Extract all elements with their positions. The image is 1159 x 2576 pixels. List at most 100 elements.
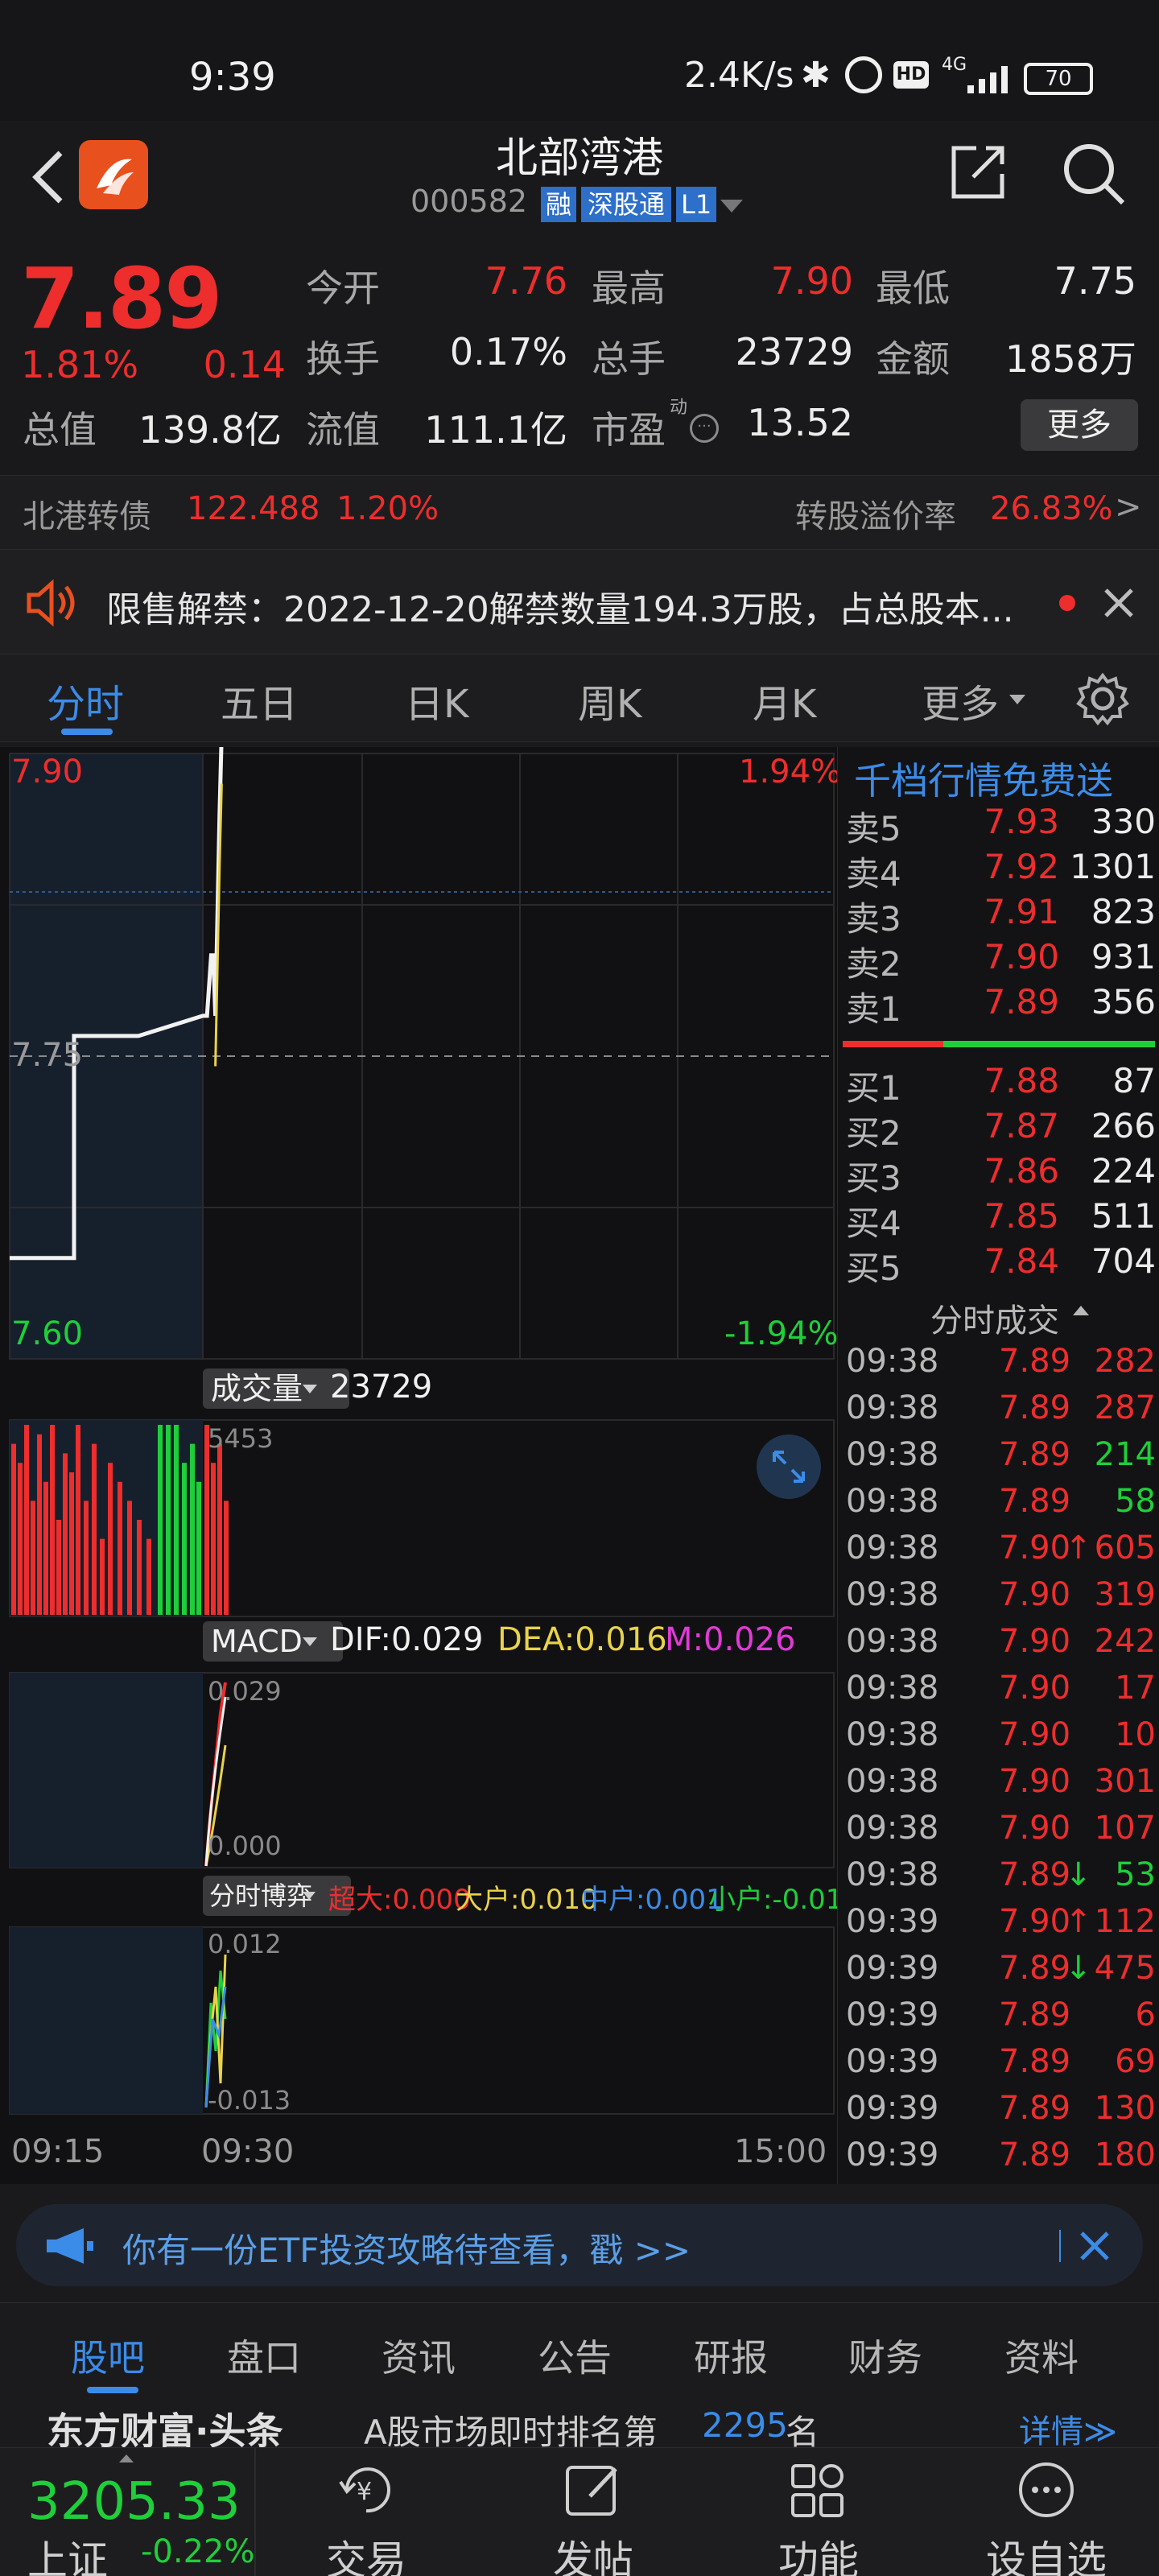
tick-row: 09:39 7.89 ↓ 475: [846, 1950, 1156, 1996]
volume-bar: [76, 1425, 80, 1615]
tab-research[interactable]: 研报: [694, 2329, 768, 2382]
tick-row: 09:39 7.89 130: [846, 2090, 1156, 2136]
notice-bar[interactable]: 限售解禁：2022-12-20解禁数量194.3万股，占总股本...: [0, 549, 1159, 654]
bid-price: 7.88: [984, 1061, 1059, 1100]
premium-label: 转股溢价率: [795, 498, 956, 535]
index-value: 3205.33: [27, 2472, 241, 2532]
tick-time: 09:38: [846, 1436, 939, 1473]
tick-row: 09:38 7.89 ↓ 53: [846, 1856, 1156, 1903]
search-button[interactable]: [1058, 138, 1128, 211]
more-button[interactable]: 更多: [1021, 399, 1138, 451]
macd-indicator-select[interactable]: MACD: [203, 1621, 343, 1662]
tab-daily-k[interactable]: 日K: [405, 672, 468, 729]
etf-banner[interactable]: 你有一份ETF投资攻略待查看，戳 >>: [16, 2204, 1143, 2286]
volume-total: 23729: [330, 1368, 433, 1406]
bid-volume: 266: [1091, 1106, 1156, 1146]
volume-bar: [11, 1443, 16, 1615]
bid-price: 7.84: [984, 1241, 1059, 1281]
tick-row: 09:38 7.89 214: [846, 1436, 1156, 1483]
volume-bar: [92, 1443, 97, 1615]
volume-bar: [190, 1443, 195, 1615]
tab-monthly-k[interactable]: 月K: [753, 672, 816, 729]
ask-row[interactable]: 卖4 7.92 1301: [846, 847, 1156, 894]
tab-finance[interactable]: 财务: [848, 2329, 922, 2382]
tab-news[interactable]: 资讯: [382, 2329, 456, 2382]
ask-row[interactable]: 卖5 7.93 330: [846, 802, 1156, 848]
tab-announcements[interactable]: 公告: [538, 2329, 612, 2382]
share-button[interactable]: [946, 140, 1010, 208]
bid-row[interactable]: 买3 7.86 224: [846, 1151, 1156, 1198]
tick-volume: 287: [1094, 1389, 1156, 1426]
intraday-chart[interactable]: [0, 747, 837, 2184]
volume-indicator-select[interactable]: 成交量: [203, 1368, 350, 1409]
chart-settings-button[interactable]: [1074, 671, 1131, 730]
expand-icon: [773, 1451, 805, 1483]
headline-text: A股市场即时排名第: [364, 2413, 658, 2447]
info-icon[interactable]: ···: [690, 414, 719, 443]
tab-weekly-k[interactable]: 周K: [578, 672, 641, 729]
convertible-bond-row[interactable]: 北港转债 122.488 1.20% 转股溢价率 26.83% >: [0, 475, 1159, 549]
tick-volume: 112: [1094, 1903, 1156, 1940]
ask-row[interactable]: 卖3 7.91 823: [846, 892, 1156, 939]
tab-handicap[interactable]: 盘口: [227, 2329, 301, 2382]
nav-trade[interactable]: ¥ 交易: [286, 2458, 447, 2576]
bid-row[interactable]: 买2 7.87 266: [846, 1106, 1156, 1153]
headline-details-link[interactable]: 详情≫: [1019, 2405, 1117, 2447]
headline-row[interactable]: 东方财富·头条 A股市场即时排名第 2295 名 详情≫: [0, 2399, 1159, 2447]
grid-icon: [791, 2464, 843, 2517]
chevron-right-icon: >: [1115, 489, 1142, 526]
close-notice-button[interactable]: [1101, 585, 1136, 624]
caret-down-icon: [303, 1637, 317, 1646]
bid-row[interactable]: 买5 7.84 704: [846, 1241, 1156, 1288]
ticks-title[interactable]: 分时成交: [930, 1294, 1059, 1341]
tick-row: 09:38 7.90 242: [846, 1623, 1156, 1670]
edit-icon: [566, 2466, 617, 2516]
tick-price: 7.90: [999, 1623, 1071, 1660]
nav-functions[interactable]: 功能: [738, 2458, 899, 2576]
tab-guba[interactable]: 股吧: [71, 2329, 145, 2382]
amount-value: 1858万: [1004, 337, 1136, 381]
battery-icon: 70: [1024, 63, 1093, 95]
ask-price: 7.90: [984, 937, 1059, 976]
tab-intraday[interactable]: 分时: [47, 672, 124, 729]
tick-row: 09:38 7.90 ↑ 605: [846, 1530, 1156, 1576]
nav-post[interactable]: 发帖: [513, 2458, 674, 2576]
level2-promo-link[interactable]: 千档行情免费送: [854, 752, 1113, 805]
caret-down-icon[interactable]: [720, 200, 743, 213]
bid-row[interactable]: 买4 7.85 511: [846, 1196, 1156, 1243]
connect-badge: 深股通: [581, 187, 672, 222]
chart-area[interactable]: 7.90 1.94% 7.75 7.60 -1.94% 成交量 23729 54…: [0, 747, 860, 2184]
nav-add-watchlist-label: 设自选: [986, 2537, 1107, 2576]
tab-more[interactable]: 更多: [922, 672, 999, 729]
tick-price: 7.89: [999, 1950, 1071, 1987]
tab-profile[interactable]: 资料: [1004, 2329, 1079, 2382]
pe-value: 13.52: [747, 401, 853, 444]
clock: 9:39: [189, 55, 276, 100]
network-type: 4G: [942, 55, 967, 75]
last-price: 7.89: [21, 250, 223, 348]
expand-chart-button[interactable]: [757, 1435, 821, 1499]
ask-row[interactable]: 卖2 7.90 931: [846, 937, 1156, 984]
tick-row: 09:38 7.89 282: [846, 1343, 1156, 1389]
bluetooth-icon: ✱: [801, 55, 831, 96]
tick-time: 09:38: [846, 1530, 939, 1567]
nav-trade-label: 交易: [326, 2537, 406, 2576]
bid-row[interactable]: 买1 7.88 87: [846, 1061, 1156, 1108]
close-banner-button[interactable]: [1077, 2228, 1112, 2267]
volume-bar: [224, 1501, 229, 1615]
ask-price: 7.92: [984, 847, 1059, 886]
tick-volume: 214: [1094, 1436, 1156, 1473]
caret-down-icon: [303, 1892, 316, 1900]
quote-panel: 7.89 1.81% 0.14 今开 7.76 最高 7.90 最低 7.75 …: [0, 242, 1159, 475]
tab-5day[interactable]: 五日: [221, 672, 298, 729]
bond-price: 122.488: [187, 490, 320, 527]
signal-icon: [966, 63, 1014, 98]
index-widget[interactable]: 3205.33 上证 -0.22%: [0, 2448, 256, 2576]
volume-bar: [100, 1538, 105, 1615]
macd-auction-zone: [10, 1673, 203, 1868]
bid-volume: 224: [1091, 1151, 1156, 1191]
ask-row[interactable]: 卖1 7.89 356: [846, 982, 1156, 1029]
nav-add-watchlist[interactable]: 设自选: [966, 2458, 1127, 2576]
tick-volume: 58: [1115, 1483, 1156, 1520]
tick-volume: 605: [1094, 1530, 1156, 1567]
